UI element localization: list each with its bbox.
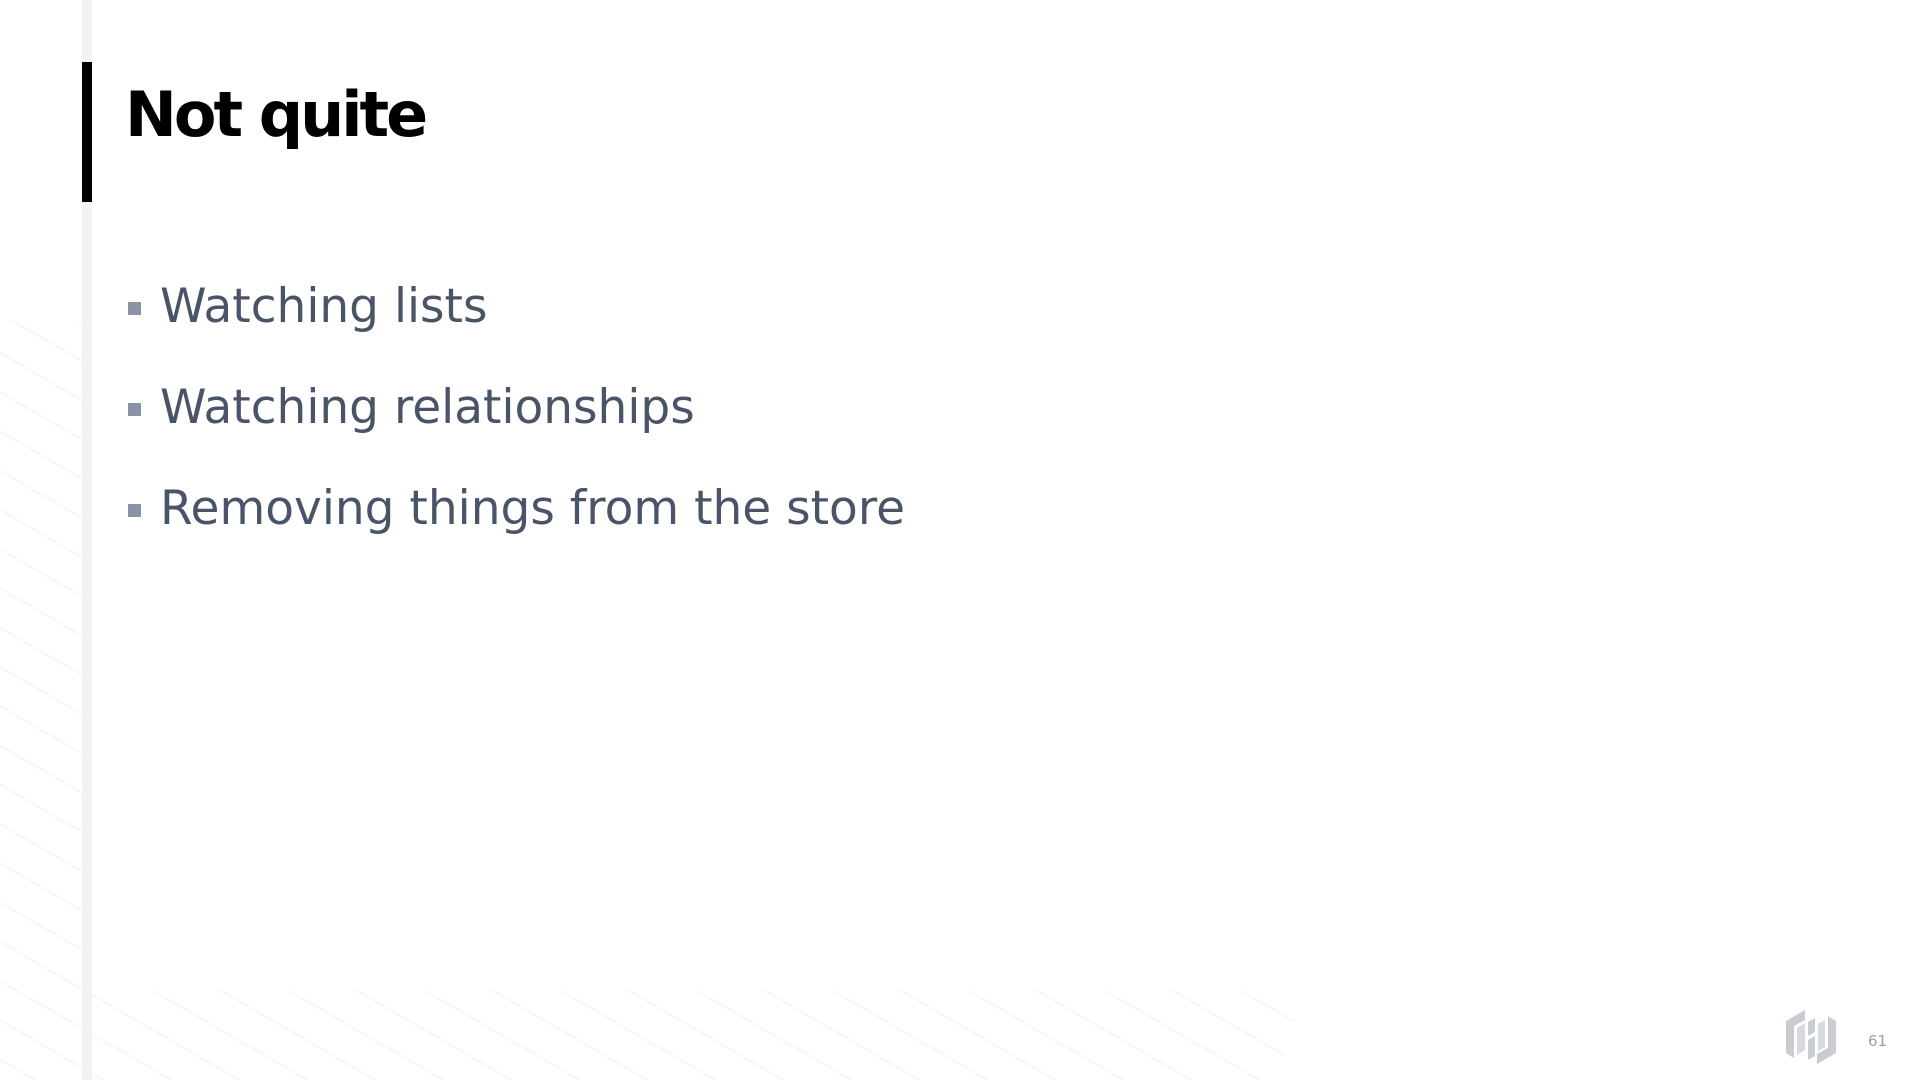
square-bullet-icon (128, 302, 141, 315)
bullet-text: Watching lists (160, 279, 488, 334)
bullet-text: Watching relationships (160, 380, 695, 435)
list-item: Watching lists (128, 272, 905, 373)
bullet-text: Removing things from the store (160, 481, 906, 536)
page-number: 61 (1868, 1032, 1888, 1050)
slide: Not quite Watching lists Watching relati… (0, 0, 1920, 1080)
square-bullet-icon (128, 504, 141, 517)
square-bullet-icon (128, 403, 141, 416)
hashicorp-logo-icon (1786, 1010, 1836, 1064)
slide-title: Not quite (125, 78, 428, 151)
bullet-list: Watching lists Watching relationships Re… (128, 272, 905, 575)
title-accent-bar (82, 62, 92, 202)
list-item: Removing things from the store (128, 474, 905, 575)
list-item: Watching relationships (128, 373, 905, 474)
